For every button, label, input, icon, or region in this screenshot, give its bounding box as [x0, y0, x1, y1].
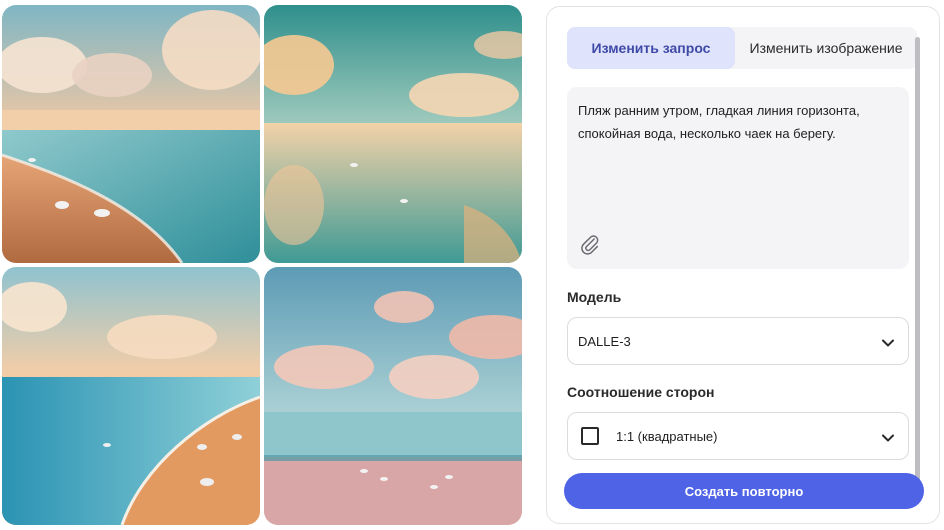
model-label: Модель: [567, 289, 622, 305]
square-ratio-icon: [581, 427, 599, 445]
settings-panel: Изменить запрос Изменить изображение Пля…: [546, 6, 940, 524]
paperclip-icon[interactable]: [579, 233, 601, 255]
generated-image-3[interactable]: [2, 267, 260, 525]
tab-edit-prompt[interactable]: Изменить запрос: [567, 27, 735, 69]
generated-image-2[interactable]: [264, 5, 522, 263]
generated-image-4[interactable]: [264, 267, 522, 525]
tab-edit-image[interactable]: Изменить изображение: [735, 27, 917, 69]
beach-image-4: [264, 267, 522, 525]
aspect-ratio-value: 1:1 (квадратные): [616, 429, 718, 444]
chevron-down-icon: [882, 339, 894, 347]
regenerate-button[interactable]: Создать повторно: [564, 473, 924, 509]
image-gallery: [2, 5, 522, 525]
aspect-ratio-select[interactable]: 1:1 (квадратные): [567, 412, 909, 460]
beach-image-3: [2, 267, 260, 525]
aspect-ratio-label: Соотношение сторон: [567, 384, 715, 400]
scrollbar-thumb[interactable]: [915, 37, 920, 487]
scrollbar[interactable]: [915, 37, 920, 487]
mode-tabs: Изменить запрос Изменить изображение: [567, 27, 917, 69]
model-select[interactable]: DALLE-3: [567, 317, 909, 365]
beach-image-1: [2, 5, 260, 263]
generated-image-1[interactable]: [2, 5, 260, 263]
chevron-down-icon: [882, 434, 894, 442]
prompt-text[interactable]: Пляж ранним утром, гладкая линия горизон…: [578, 99, 903, 145]
beach-image-2: [264, 5, 522, 263]
model-value: DALLE-3: [578, 334, 631, 349]
prompt-input[interactable]: Пляж ранним утром, гладкая линия горизон…: [567, 87, 909, 269]
